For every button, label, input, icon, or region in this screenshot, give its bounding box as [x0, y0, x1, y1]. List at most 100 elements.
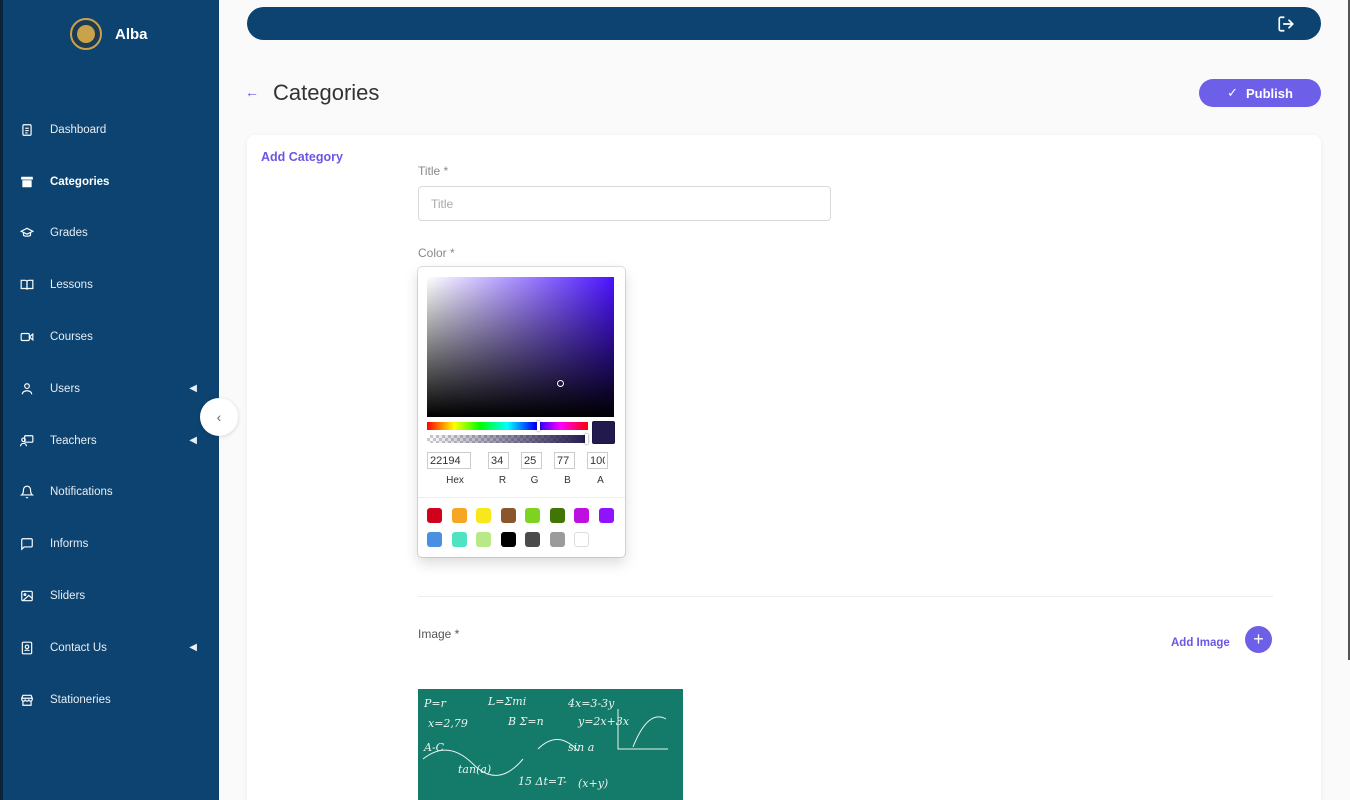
sidebar-item-lessons[interactable]: Lessons	[0, 259, 219, 311]
chalk-stroke	[632, 716, 667, 748]
contact-book-icon	[19, 640, 35, 656]
sidebar-item-sliders[interactable]: Sliders	[0, 570, 219, 622]
sidebar-item-label: Informs	[50, 538, 89, 551]
color-picker: Hex R G B A	[418, 267, 625, 557]
sidebar-item-notifications[interactable]: Notifications	[0, 467, 219, 519]
publish-button[interactable]: ✓ Publish	[1199, 79, 1321, 107]
sidebar-item-label: Courses	[50, 331, 93, 344]
sidebar-item-contact-us[interactable]: Contact Us ◀	[0, 622, 219, 674]
sidebar-item-label: Sliders	[50, 590, 86, 603]
formula-text: x=2,79	[428, 717, 468, 730]
chalkboard-image: P=r L=Σmi 4x=3-3yx=2,79 B Σ=n y=2x+3xA-C sin …	[422, 695, 668, 800]
book-open-icon	[19, 277, 35, 293]
color-swatch[interactable]	[476, 508, 491, 523]
sidebar-item-label: Notifications	[50, 486, 113, 499]
form-card: Add Category Title * Color * Hex R G B A…	[247, 135, 1321, 800]
blue-label: B	[564, 475, 571, 486]
sidebar-item-categories[interactable]: Categories	[0, 156, 219, 208]
formula-text: 4x=3-3y	[567, 697, 615, 710]
color-swatch[interactable]	[427, 532, 442, 547]
formula-text: L=Σmi	[487, 695, 526, 708]
top-bar	[247, 7, 1321, 40]
color-swatch[interactable]	[476, 532, 491, 547]
logo-icon	[70, 18, 102, 50]
hex-label: Hex	[446, 475, 464, 486]
back-arrow-icon[interactable]: ←	[245, 84, 259, 100]
hex-input[interactable]	[427, 452, 471, 469]
sidebar-item-informs[interactable]: Informs	[0, 518, 219, 570]
color-preview-swatch	[592, 421, 615, 444]
chevron-left-icon: ‹	[216, 409, 222, 425]
formula-text: (x+y)	[578, 777, 608, 790]
formula-text: 15 Δt=T-	[518, 775, 567, 788]
color-swatch[interactable]	[574, 508, 589, 523]
chevron-left-icon[interactable]: ◀	[189, 642, 197, 653]
chevron-left-icon[interactable]: ◀	[189, 383, 197, 394]
users-icon	[19, 381, 35, 397]
add-image-button[interactable]: +	[1245, 626, 1272, 653]
store-icon	[19, 692, 35, 708]
alpha-input[interactable]	[587, 452, 608, 469]
red-label: R	[498, 475, 507, 486]
logout-icon[interactable]	[1277, 15, 1295, 33]
color-swatch[interactable]	[500, 532, 516, 547]
saturation-pointer[interactable]	[557, 380, 564, 387]
sidebar-item-label: Stationeries	[50, 693, 111, 706]
saturation-area[interactable]	[427, 277, 614, 417]
check-icon: ✓	[1227, 85, 1238, 100]
color-swatch[interactable]	[525, 508, 540, 523]
brand-name: Alba	[115, 25, 148, 43]
alpha-slider[interactable]	[427, 434, 588, 444]
color-swatch[interactable]	[451, 508, 467, 523]
sidebar-item-users[interactable]: Users ◀	[0, 363, 219, 415]
image-icon	[19, 588, 35, 604]
hue-slider[interactable]	[427, 421, 588, 431]
message-icon	[19, 536, 35, 552]
title-label: Title *	[418, 164, 449, 178]
color-label: Color *	[418, 246, 455, 260]
sidebar-item-teachers[interactable]: Teachers ◀	[0, 415, 219, 467]
sidebar-item-courses[interactable]: Courses	[0, 311, 219, 363]
section-tab-add-category[interactable]: Add Category	[261, 150, 343, 164]
image-label: Image *	[418, 627, 460, 641]
formula-text: sin a	[568, 741, 594, 754]
chevron-left-icon[interactable]: ◀	[189, 435, 197, 446]
color-swatch[interactable]	[500, 508, 516, 523]
sidebar-item-label: Contact Us	[50, 641, 107, 654]
brand[interactable]: Alba	[70, 18, 148, 50]
divider	[418, 596, 1273, 597]
alpha-label: A	[597, 475, 604, 486]
green-input[interactable]	[521, 452, 542, 469]
green-label: G	[530, 475, 539, 486]
publish-label: Publish	[1245, 85, 1293, 101]
hue-handle[interactable]	[536, 421, 540, 431]
sidebar: Alba Dashboard Categories Grades Lessons Cou…	[0, 0, 219, 800]
category-image-preview: P=r L=Σmi 4x=3-3y x=2,79 B Σ=n y=2x+3x A-C sin …	[418, 689, 683, 800]
color-swatch[interactable]	[549, 508, 565, 523]
page-title: Categories	[273, 80, 380, 105]
archive-icon	[19, 174, 35, 190]
clipboard-icon	[19, 122, 35, 138]
sidebar-item-grades[interactable]: Grades	[0, 208, 219, 260]
sidebar-nav: Dashboard Categories Grades Lessons Courses U…	[0, 104, 219, 726]
color-swatch[interactable]	[574, 532, 589, 547]
title-input[interactable]	[418, 186, 831, 221]
formula-text: B Σ=n	[507, 715, 544, 728]
sidebar-item-dashboard[interactable]: Dashboard	[0, 104, 219, 156]
color-swatch[interactable]	[598, 508, 614, 523]
color-swatch[interactable]	[427, 508, 442, 523]
add-image-link[interactable]: Add Image	[1171, 637, 1230, 649]
color-swatch[interactable]	[525, 532, 540, 547]
sidebar-item-label: Teachers	[50, 434, 97, 447]
blue-input[interactable]	[554, 452, 575, 469]
alpha-handle[interactable]	[585, 434, 588, 444]
red-input[interactable]	[488, 452, 509, 469]
sidebar-item-stationeries[interactable]: Stationeries	[0, 674, 219, 726]
sidebar-item-label: Users	[50, 382, 81, 395]
formula-text: y=2x+3x	[577, 715, 630, 728]
sidebar-collapse-button[interactable]: ‹	[200, 398, 238, 436]
plus-icon: +	[1253, 629, 1264, 649]
color-swatch[interactable]	[549, 532, 565, 547]
color-swatch[interactable]	[451, 532, 467, 547]
sidebar-item-label: Grades	[50, 227, 88, 240]
